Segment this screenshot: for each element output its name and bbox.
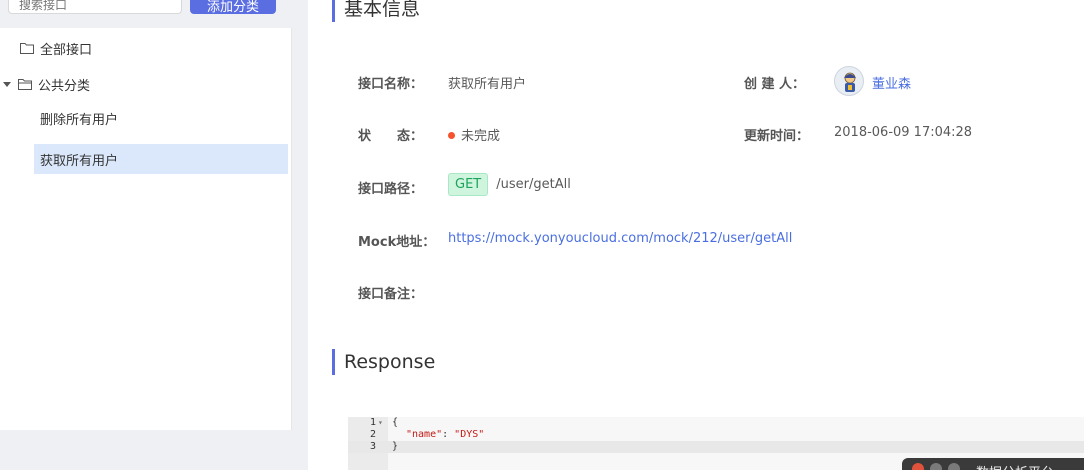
interface-item-get-all-users[interactable]: 获取所有用户 [34, 144, 288, 174]
interface-path-label: 接口路径： [358, 182, 424, 197]
creator-label: 创 建 人： [744, 77, 806, 92]
interface-item-label: 删除所有用户 [40, 112, 119, 128]
tree-item-label: 公共分类 [38, 78, 91, 94]
folder-icon [20, 43, 34, 54]
mock-address-label: Mock地址： [358, 235, 436, 250]
json-separator: : [442, 429, 455, 440]
tree-item-public-category[interactable]: 公共分类 [2, 73, 90, 95]
line-number: 3 [369, 441, 376, 452]
floating-window[interactable]: 数据分析平台 [902, 458, 1084, 470]
window-title: 数据分析平台 [976, 462, 1054, 470]
line-number: 2 [369, 429, 376, 440]
folder-open-icon [18, 79, 32, 90]
method-tag: GET [448, 173, 489, 196]
minimize-icon[interactable] [930, 463, 942, 470]
fold-arrow-icon[interactable]: ▾ [378, 417, 383, 429]
mock-address-link[interactable]: https://mock.yonyoucloud.com/mock/212/us… [448, 231, 792, 246]
search-input[interactable] [8, 0, 182, 14]
code-text: } [392, 441, 399, 452]
interface-remark-label: 接口备注： [358, 287, 424, 302]
creator-link[interactable]: 董业森 [872, 73, 911, 92]
updated-time-value: 2018-06-09 17:04:28 [834, 125, 973, 140]
user-avatar-icon [844, 72, 856, 92]
add-category-button[interactable]: 添加分类 [190, 0, 276, 15]
updated-time-label: 更新时间： [744, 129, 810, 144]
interface-path-value: GET/user/getAll [448, 173, 571, 196]
path-text: /user/getAll [496, 177, 571, 192]
status-text: 未完成 [461, 129, 501, 144]
tree-item-label: 全部接口 [40, 42, 93, 58]
sidebar-toolbar: 添加分类 [0, 0, 292, 28]
code-text: "name": "DYS" [406, 429, 484, 441]
close-icon[interactable] [912, 463, 924, 470]
interface-item-delete-all-users[interactable]: 删除所有用户 [34, 103, 288, 133]
tree-item-all-interfaces[interactable]: 全部接口 [20, 37, 92, 59]
code-line: 3 } [348, 441, 1084, 453]
main-panel: 基本信息 接口名称： 获取所有用户 创 建 人： 董业森 状 态： 未完成 更新… [308, 0, 1084, 470]
status-dot-icon [448, 132, 455, 139]
sidebar-footer [0, 430, 292, 470]
response-title: Response [332, 349, 435, 375]
status-label: 状 态： [358, 129, 424, 144]
json-key: "name" [406, 429, 443, 440]
json-value: "DYS" [454, 429, 485, 440]
status-value: 未完成 [448, 125, 500, 144]
interface-name-value: 获取所有用户 [448, 77, 527, 92]
avatar[interactable] [834, 66, 864, 96]
sidebar: 添加分类 全部接口 公共分类 删除所有用户 获取所有用户 [0, 0, 292, 430]
interface-name-label: 接口名称： [358, 77, 424, 92]
basic-info-title: 基本信息 [332, 0, 420, 22]
code-line: 2 "name": "DYS" [348, 429, 1084, 441]
interface-item-label: 获取所有用户 [40, 153, 119, 169]
maximize-icon[interactable] [948, 463, 960, 470]
line-number: 1 [369, 417, 376, 428]
code-text: { [392, 417, 399, 428]
caret-down-icon[interactable] [2, 79, 12, 89]
code-line: 1 ▾ { [348, 417, 1084, 429]
